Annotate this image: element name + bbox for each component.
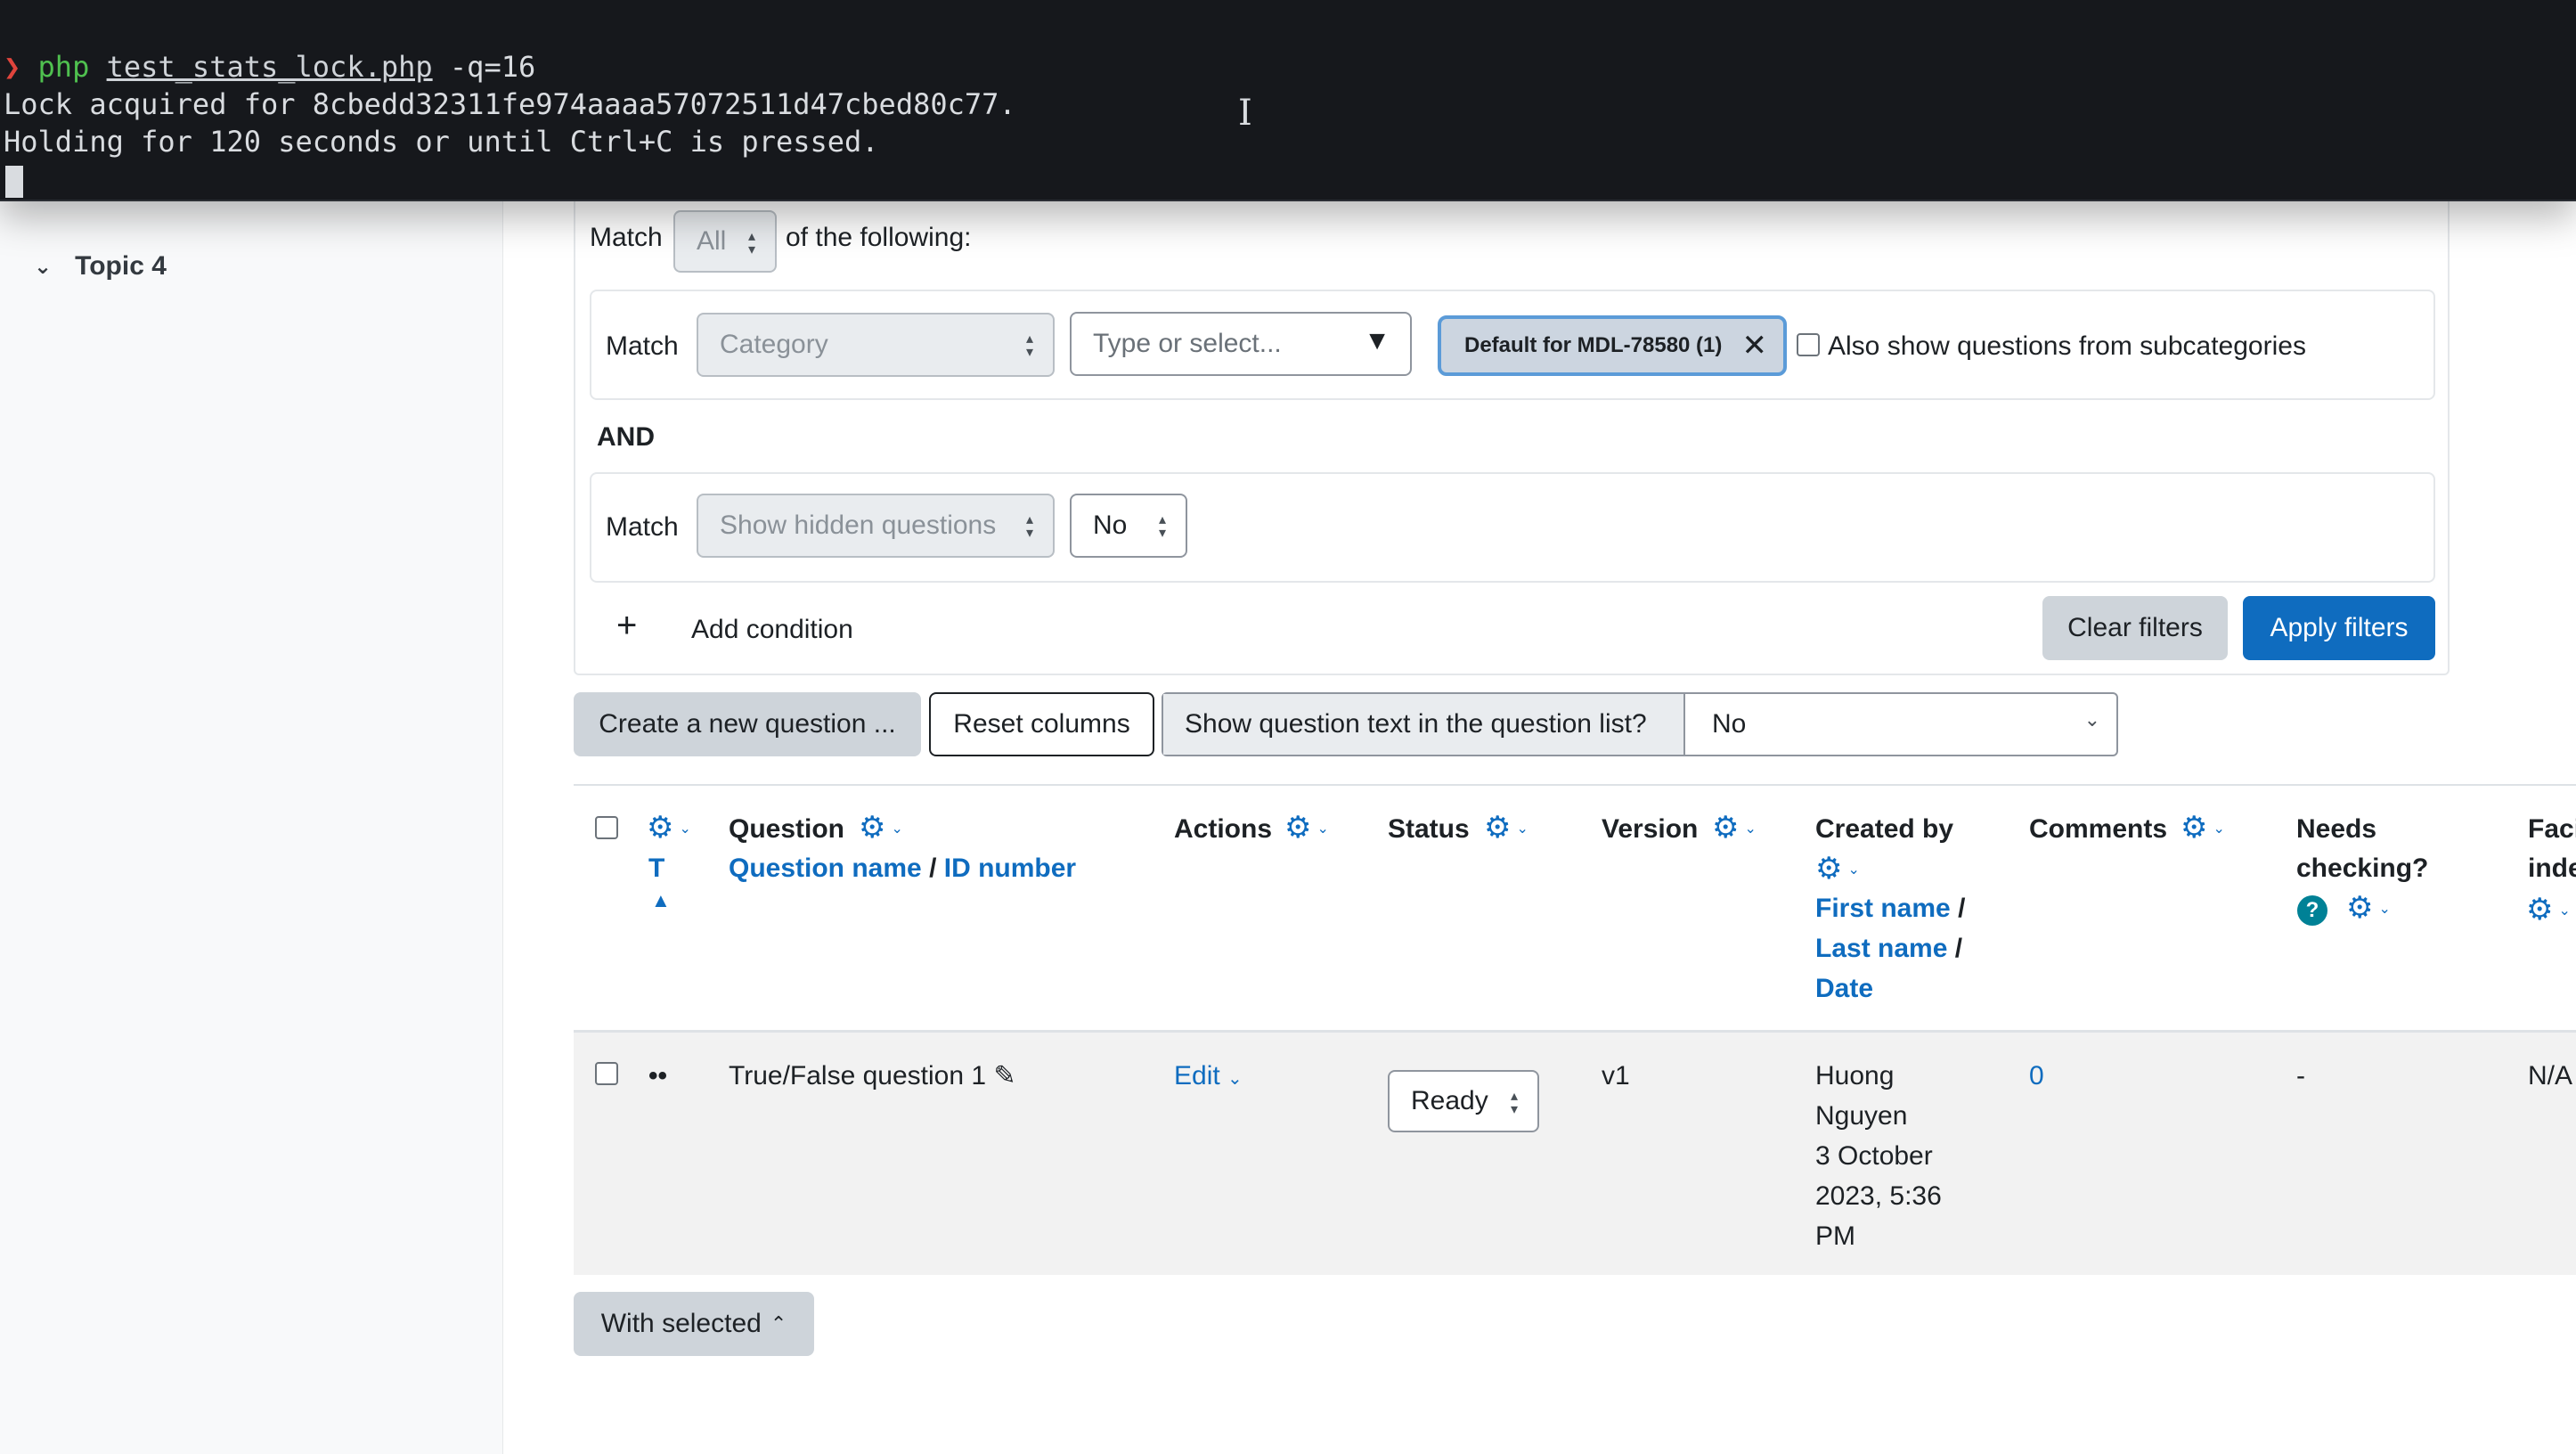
select-arrows-icon: ▴ ▾ — [1025, 331, 1033, 360]
edit-menu-button[interactable]: Edit ⌄ — [1174, 1056, 1243, 1099]
chevron-down-icon: ⌄ — [2083, 708, 2100, 731]
condition-type-select[interactable]: Category ▴ ▾ — [697, 313, 1055, 377]
of-following-label: of the following: — [786, 223, 972, 252]
subcategories-checkbox[interactable] — [1797, 333, 1820, 356]
gear-icon[interactable]: ⚙ ⌄ — [1712, 813, 1757, 845]
help-icon[interactable]: ? — [2297, 895, 2327, 926]
facility-index-header-line2: inde — [2528, 854, 2576, 883]
gear-icon[interactable]: ⚙ ⌄ — [2526, 894, 2571, 927]
pencil-icon[interactable]: ✎ — [993, 1061, 1015, 1090]
clear-filters-button[interactable]: Clear filters — [2042, 596, 2228, 660]
status-select[interactable]: Ready ▴ ▾ — [1388, 1070, 1539, 1132]
terminal-output-line: Holding for 120 seconds or until Ctrl+C … — [4, 125, 879, 159]
condition-match-label: Match — [606, 512, 679, 542]
show-question-text-select[interactable]: Show question text in the question list?… — [1162, 692, 2118, 756]
sort-last-name[interactable]: Last name / — [1815, 934, 1962, 964]
terminal-output-line: Lock acquired for 8cbedd32311fe974aaaa57… — [4, 87, 1016, 121]
gear-icon[interactable]: ⚙ ⌄ — [859, 813, 903, 845]
filter-panel — [574, 134, 2450, 675]
caret-down-icon: ▼ — [1364, 326, 1390, 355]
sort-ascending-icon: ▲ — [651, 889, 671, 911]
status-header: Status — [1388, 814, 1470, 844]
plus-icon[interactable]: + — [616, 606, 637, 646]
comments-count-link[interactable]: 0 — [2029, 1056, 2044, 1096]
subcategories-label: Also show questions from subcategories — [1828, 331, 2306, 361]
needs-checking-cell: - — [2296, 1061, 2305, 1090]
hidden-questions-value-select[interactable]: No ▴ ▾ — [1070, 494, 1187, 558]
sidebar-topic-4[interactable]: ⌄ Topic 4 — [34, 251, 167, 282]
gear-icon[interactable]: ⚙ ⌄ — [2346, 893, 2391, 925]
create-question-button[interactable]: Create a new question ... — [574, 692, 921, 756]
facility-index-header: Faci — [2528, 814, 2576, 844]
created-date-line2: 2023, 5:36 — [1815, 1181, 1942, 1211]
condition-match-label: Match — [606, 331, 679, 361]
gear-icon[interactable]: ⚙ ⌄ — [647, 813, 691, 845]
topic-label: Topic 4 — [75, 251, 167, 281]
chevron-down-icon: ⌄ — [1227, 1069, 1243, 1089]
match-label: Match — [590, 223, 663, 252]
and-label: AND — [597, 422, 655, 452]
gear-icon[interactable]: ⚙ ⌄ — [1284, 813, 1329, 845]
select-arrows-icon: ▴ ▾ — [1158, 512, 1166, 541]
category-badge[interactable]: Default for MDL-78580 (1) ✕ — [1438, 315, 1787, 376]
version-header: Version — [1602, 814, 1699, 844]
terminal-command-line: ❯ php test_stats_lock.php -q=16 — [4, 50, 536, 84]
select-arrows-icon: ▴ ▾ — [1510, 1089, 1518, 1117]
creator-first-name: Huong — [1815, 1061, 1895, 1090]
match-all-select[interactable]: All ▴ ▾ — [673, 210, 777, 273]
chevron-up-icon: ⌃ — [770, 1312, 787, 1335]
terminal-cursor — [5, 166, 23, 198]
reset-columns-button[interactable]: Reset columns — [929, 692, 1154, 756]
add-condition-button[interactable]: Add condition — [691, 615, 853, 645]
created-date-line1: 3 October — [1815, 1141, 1933, 1171]
needs-checking-header-line2: checking? — [2296, 854, 2429, 883]
needs-checking-header: Needs — [2296, 814, 2377, 844]
prompt-chevron-icon: ❯ — [4, 50, 21, 84]
course-index-sidebar: ⌄ Topic 4 — [0, 0, 503, 1454]
gear-icon[interactable]: ⚙ ⌄ — [2181, 813, 2225, 845]
table-top-border — [574, 784, 2576, 786]
sort-date[interactable]: Date — [1815, 974, 1873, 1004]
creator-last-name: Nguyen — [1815, 1101, 1908, 1131]
created-date-line3: PM — [1815, 1221, 1855, 1251]
created-by-header: Created by — [1815, 814, 1954, 844]
select-all-checkbox[interactable] — [595, 816, 618, 839]
show-question-text-label: Show question text in the question list? — [1163, 694, 1685, 755]
condition-type-select[interactable]: Show hidden questions ▴ ▾ — [697, 494, 1055, 558]
terminal-window[interactable]: ❯ php test_stats_lock.php -q=16 Lock acq… — [0, 0, 2576, 201]
actions-header: Actions — [1174, 814, 1273, 844]
category-search-input[interactable]: Type or select... ▼ — [1070, 312, 1412, 376]
close-icon[interactable]: ✕ — [1742, 328, 1768, 364]
select-arrows-icon: ▴ ▾ — [1025, 512, 1033, 541]
with-selected-button[interactable]: With selected ⌃ — [574, 1292, 814, 1356]
text-cursor-icon: I — [1238, 93, 1252, 134]
gear-icon[interactable]: ⚙ ⌄ — [1484, 813, 1528, 845]
sort-first-name[interactable]: First name / — [1815, 894, 1965, 924]
chevron-down-icon[interactable]: ⌄ — [34, 254, 52, 280]
question-header: Question — [729, 814, 845, 844]
question-type-icon: •• — [648, 1061, 668, 1090]
sort-type[interactable]: T — [648, 854, 664, 884]
apply-filters-button[interactable]: Apply filters — [2243, 596, 2435, 660]
select-arrows-icon: ▴ ▾ — [747, 229, 755, 257]
question-name-cell[interactable]: True/False question 1 ✎ — [729, 1056, 1016, 1096]
comments-header: Comments — [2029, 814, 2168, 844]
facility-index-cell: N/A — [2528, 1061, 2573, 1090]
moodle-page: ⌄ Topic 4 Match All ▴ ▾ of the following:… — [0, 0, 2576, 1454]
gear-icon[interactable]: ⚙ ⌄ — [1815, 854, 1860, 886]
show-question-text-value[interactable]: No ⌄ — [1685, 694, 2116, 755]
sort-question-name[interactable]: Question name / ID number — [729, 854, 1076, 884]
row-select-checkbox[interactable] — [595, 1062, 618, 1085]
version-cell: v1 — [1602, 1061, 1630, 1090]
